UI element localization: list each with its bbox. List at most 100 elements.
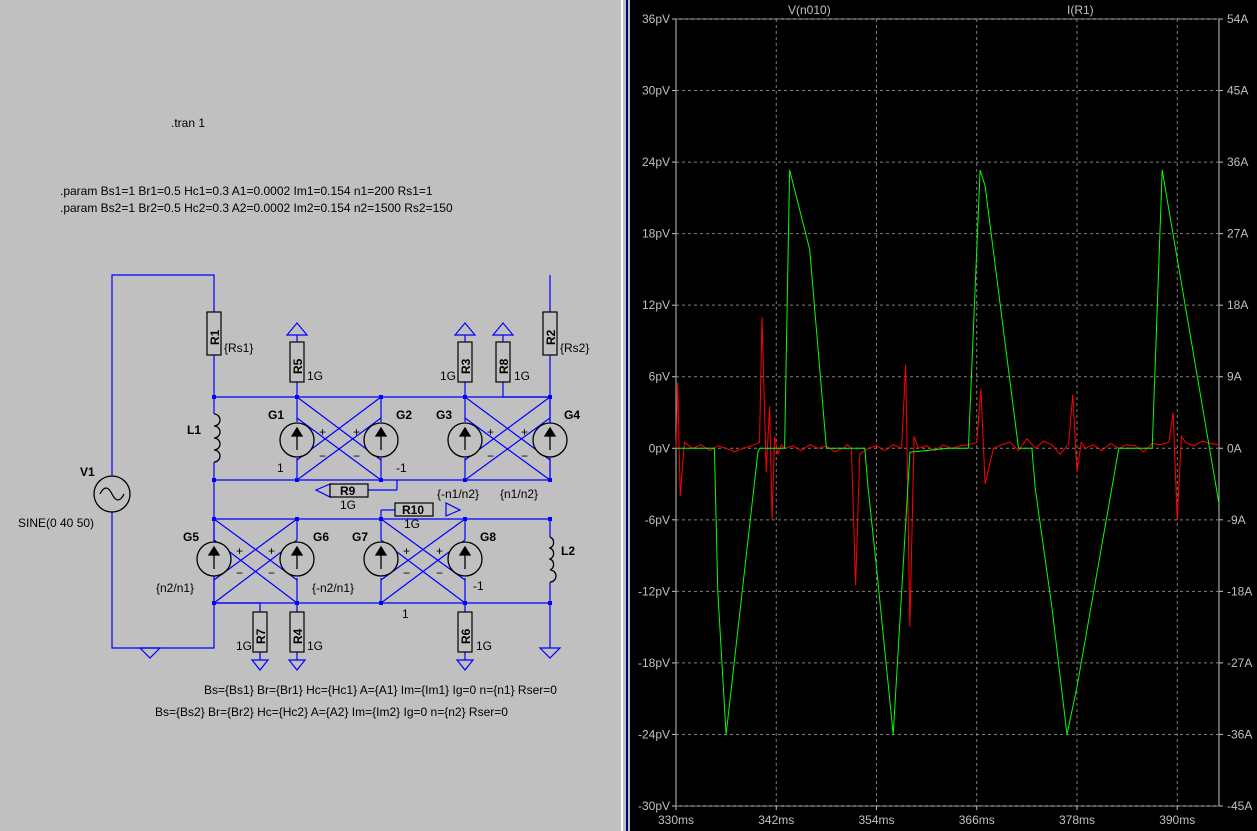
r8-value[interactable]: 1G xyxy=(514,369,530,383)
r4-value[interactable]: 1G xyxy=(307,639,323,653)
ground-symbols xyxy=(138,647,562,671)
inductor-l1[interactable] xyxy=(213,413,221,463)
g3-plus: + xyxy=(487,425,494,439)
left-tick-label: 0pV xyxy=(649,441,670,455)
right-axis-ticks: 54A 45A 36A 27A 18A 9A 0A -9A -18A -27A -36A -45A xyxy=(1219,12,1252,813)
inductor-l2[interactable] xyxy=(548,536,557,583)
r7-value[interactable]: 1G xyxy=(236,639,252,653)
g2-value[interactable]: -1 xyxy=(396,461,407,475)
x-tick-label: 342ms xyxy=(758,813,794,827)
legend-current-trace[interactable]: I(R1) xyxy=(1067,3,1094,17)
schematic-canvas[interactable]: .tran 1 .param Bs1=1 Br1=0.5 Hc1=0.3 A1=… xyxy=(0,0,620,831)
left-tick-label: -18pV xyxy=(638,656,670,670)
r3-name[interactable]: R3 xyxy=(459,358,473,374)
left-tick-label: 6pV xyxy=(649,370,670,384)
g4-minus: − xyxy=(521,449,528,463)
l1-name[interactable]: L1 xyxy=(187,423,201,437)
voltage-trace-line xyxy=(675,317,1220,628)
g4-name[interactable]: G4 xyxy=(564,408,580,422)
g1-minus: − xyxy=(319,449,326,463)
g8-plus: + xyxy=(436,544,443,558)
g8-value[interactable]: -1 xyxy=(473,579,484,593)
left-tick-label: 30pV xyxy=(642,84,670,98)
r1-name[interactable]: R1 xyxy=(208,329,222,345)
g1-value[interactable]: 1 xyxy=(277,461,284,475)
g2-minus: − xyxy=(353,449,360,463)
param-directive-1[interactable]: .param Bs1=1 Br1=0.5 Hc1=0.3 A1=0.0002 I… xyxy=(60,184,433,198)
r2-value[interactable]: {Rs2} xyxy=(560,341,589,355)
right-tick-label: -18A xyxy=(1227,584,1252,598)
r6-value[interactable]: 1G xyxy=(476,639,492,653)
param-directive-2[interactable]: .param Bs2=1 Br2=0.5 Hc2=0.3 A2=0.0002 I… xyxy=(60,201,453,215)
schematic-editor[interactable]: .tran 1 .param Bs1=1 Br1=0.5 Hc1=0.3 A1=… xyxy=(0,0,620,831)
r7-name[interactable]: R7 xyxy=(254,628,268,644)
g8-name[interactable]: G8 xyxy=(480,530,496,544)
trace-layer xyxy=(675,169,1220,735)
x-tick-label: 354ms xyxy=(858,813,894,827)
right-tick-label: 18A xyxy=(1227,298,1248,312)
legend-voltage-trace[interactable]: V(n010) xyxy=(788,3,831,17)
g6-value[interactable]: {-n2/n1} xyxy=(312,581,354,595)
g3-name[interactable]: G3 xyxy=(436,408,452,422)
g7-plus: + xyxy=(403,544,410,558)
r5-name[interactable]: R5 xyxy=(291,358,305,374)
g8-minus: − xyxy=(436,566,443,580)
x-axis-ticks: 330ms 342ms 354ms 366ms 378ms 390ms xyxy=(658,806,1195,827)
left-tick-label: 12pV xyxy=(642,298,670,312)
right-tick-label: 9A xyxy=(1227,370,1242,384)
r8-name[interactable]: R8 xyxy=(497,358,511,374)
g5-value[interactable]: {n2/n1} xyxy=(156,581,194,595)
wires xyxy=(111,274,551,660)
r4-name[interactable]: R4 xyxy=(291,628,305,644)
tran-directive[interactable]: .tran 1 xyxy=(171,116,205,130)
right-tick-label: -45A xyxy=(1227,799,1252,813)
g7-minus: − xyxy=(403,566,410,580)
g3-minus: − xyxy=(487,449,494,463)
left-tick-label: -30pV xyxy=(638,799,670,813)
g5-plus: + xyxy=(236,544,243,558)
r2-name[interactable]: R2 xyxy=(544,329,558,345)
g3-value[interactable]: {-n1/n2} xyxy=(437,487,479,501)
x-tick-label: 330ms xyxy=(658,813,694,827)
r10-name[interactable]: R10 xyxy=(402,503,424,517)
g1-name[interactable]: G1 xyxy=(268,408,284,422)
waveform-plot[interactable]: 36pV 30pV 24pV 18pV 12pV 6pV 0pV -6pV -12pV -18pV… xyxy=(630,0,1257,831)
plot-frame xyxy=(675,18,1220,807)
g7-name[interactable]: G7 xyxy=(352,530,368,544)
x-tick-label: 366ms xyxy=(959,813,995,827)
r5-value[interactable]: 1G xyxy=(307,369,323,383)
pane-splitter[interactable] xyxy=(620,0,630,831)
model-directive-2[interactable]: Bs={Bs2} Br={Br2} Hc={Hc2} A={A2} Im={Im… xyxy=(155,705,508,719)
right-tick-label: -27A xyxy=(1227,656,1252,670)
g6-name[interactable]: G6 xyxy=(313,530,329,544)
g5-name[interactable]: G5 xyxy=(183,530,199,544)
v1-value[interactable]: SINE(0 40 50) xyxy=(18,516,94,530)
v1-name[interactable]: V1 xyxy=(80,465,95,479)
right-tick-label: 45A xyxy=(1227,84,1248,98)
x-tick-label: 390ms xyxy=(1159,813,1195,827)
g4-value[interactable]: {n1/n2} xyxy=(500,487,538,501)
r3-value[interactable]: 1G xyxy=(440,369,456,383)
r1-value[interactable]: {Rs1} xyxy=(224,341,253,355)
left-tick-label: 36pV xyxy=(642,12,670,26)
g2-name[interactable]: G2 xyxy=(396,408,412,422)
grid-lines xyxy=(676,18,1219,807)
g2-plus: + xyxy=(353,425,360,439)
right-tick-label: 0A xyxy=(1227,441,1242,455)
waveform-viewer[interactable]: 36pV 30pV 24pV 18pV 12pV 6pV 0pV -6pV -12pV -18pV… xyxy=(630,0,1257,831)
g5-minus: − xyxy=(236,566,243,580)
x-tick-label: 378ms xyxy=(1059,813,1095,827)
current-trace-line xyxy=(676,169,1220,735)
left-tick-label: 18pV xyxy=(642,227,670,241)
g7-value[interactable]: 1 xyxy=(402,607,409,621)
r10-value[interactable]: 1G xyxy=(404,517,420,531)
l2-name[interactable]: L2 xyxy=(561,544,575,558)
g6-plus: + xyxy=(268,544,275,558)
left-axis-ticks: 36pV 30pV 24pV 18pV 12pV 6pV 0pV -6pV -12pV -18pV… xyxy=(638,12,676,813)
r9-value[interactable]: 1G xyxy=(340,498,356,512)
r6-name[interactable]: R6 xyxy=(459,628,473,644)
r9-name[interactable]: R9 xyxy=(340,484,356,498)
model-directive-1[interactable]: Bs={Bs1} Br={Br1} Hc={Hc1} A={A1} Im={Im… xyxy=(204,683,557,697)
splitter-border xyxy=(626,0,628,831)
right-tick-label: 54A xyxy=(1227,12,1248,26)
